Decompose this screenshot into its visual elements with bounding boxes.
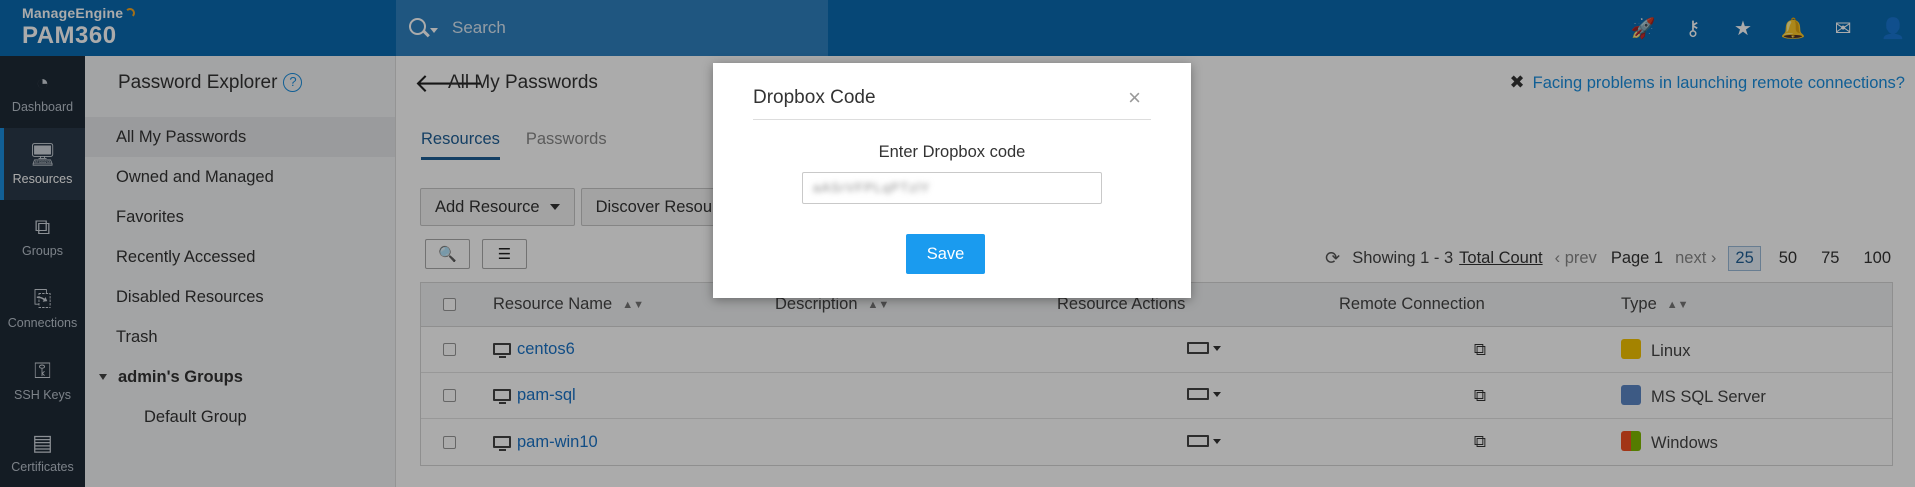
dropbox-code-input[interactable]: aASrVFPLqPTzlY (802, 172, 1102, 204)
dialog-title: Dropbox Code (753, 87, 876, 108)
dropbox-code-dialog: Dropbox Code × Enter Dropbox code aASrVF… (713, 63, 1191, 298)
close-icon[interactable]: × (1128, 85, 1141, 111)
dropbox-code-value: aASrVFPLqPTzlY (813, 180, 931, 195)
dialog-divider (753, 119, 1151, 120)
save-button[interactable]: Save (906, 234, 985, 274)
dropbox-code-label: Enter Dropbox code (878, 143, 1026, 161)
